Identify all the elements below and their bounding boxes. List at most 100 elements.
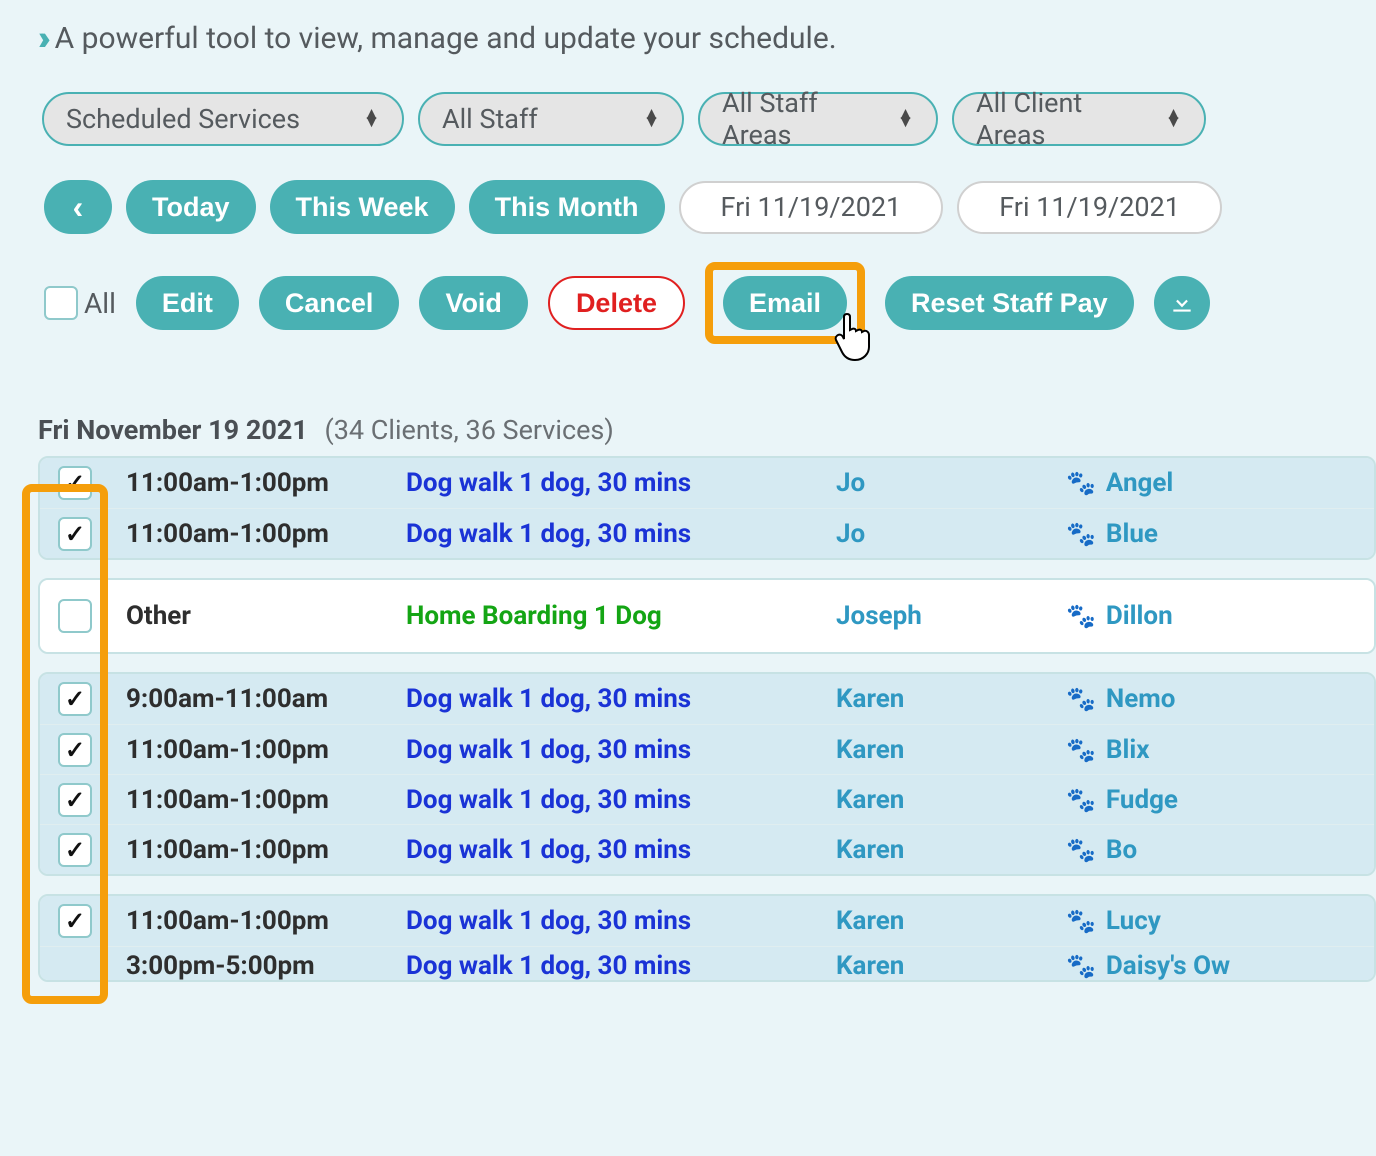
paw-icon: 🐾	[1066, 836, 1096, 864]
sort-icon: ▲▼	[1165, 111, 1182, 126]
schedule-row[interactable]: 3:00pm-5:00pmDog walk 1 dog, 30 minsKare…	[40, 946, 1374, 980]
row-staff[interactable]: Joseph	[836, 601, 1066, 631]
row-service[interactable]: Dog walk 1 dog, 30 mins	[406, 468, 836, 498]
row-service[interactable]: Dog walk 1 dog, 30 mins	[406, 835, 836, 865]
row-pet[interactable]: 🐾Blue	[1066, 519, 1376, 549]
select-all-checkbox[interactable]	[44, 286, 78, 320]
schedule-row[interactable]: ✓ 11:00am-1:00pmDog walk 1 dog, 30 minsKa…	[40, 824, 1374, 874]
row-pet[interactable]: 🐾 Dillon	[1066, 601, 1376, 631]
row-pet-name: Blix	[1106, 735, 1150, 765]
row-pet-name: Dillon	[1106, 601, 1173, 631]
schedule-row[interactable]: OtherHome Boarding 1 DogJoseph🐾Dillon	[40, 580, 1374, 652]
this-week-button[interactable]: This Week	[270, 180, 455, 234]
row-time: 11:00am-1:00pm	[126, 785, 406, 815]
filter-services-label: Scheduled Services	[66, 103, 300, 135]
filter-staff-areas-label: All Staff Areas	[722, 87, 877, 151]
row-service[interactable]: Home Boarding 1 Dog	[406, 601, 836, 631]
filter-services[interactable]: Scheduled Services ▲▼	[42, 92, 404, 146]
row-checkbox[interactable]: ✓	[58, 783, 92, 817]
row-pet-name: Daisy's Ow	[1106, 951, 1230, 980]
paw-icon: 🐾	[1066, 952, 1096, 980]
row-staff[interactable]: Jo	[836, 519, 1066, 549]
row-staff[interactable]: Karen	[836, 835, 1066, 865]
row-time: 11:00am-1:00pm	[126, 835, 406, 865]
day-date: Fri November 19 2021	[38, 414, 308, 446]
row-service[interactable]: Dog walk 1 dog, 30 mins	[406, 906, 836, 936]
void-button[interactable]: Void	[419, 276, 528, 330]
filter-staff[interactable]: All Staff ▲▼	[418, 92, 684, 146]
row-staff[interactable]: Jo	[836, 468, 1066, 498]
row-pet[interactable]: 🐾 Blix	[1066, 735, 1376, 765]
prev-button[interactable]: ‹	[44, 180, 112, 234]
reset-staff-pay-button[interactable]: Reset Staff Pay	[885, 276, 1134, 330]
row-pet[interactable]: 🐾 Daisy's Ow	[1066, 951, 1374, 980]
select-all-label: All	[84, 287, 116, 320]
row-pet[interactable]: 🐾 Fudge	[1066, 785, 1376, 815]
schedule-row[interactable]: ✓ 11:00am-1:00pmDog walk 1 dog, 30 minsJo…	[40, 508, 1374, 558]
delete-button[interactable]: Delete	[548, 276, 685, 330]
page-tagline: A powerful tool to view, manage and upda…	[55, 21, 837, 56]
row-staff[interactable]: Karen	[836, 684, 1066, 714]
paw-icon: 🐾	[1066, 786, 1096, 814]
row-checkbox[interactable]: ✓	[58, 904, 92, 938]
row-checkbox[interactable]: ✓	[58, 733, 92, 767]
sort-icon: ▲▼	[643, 111, 660, 126]
row-pet-name: Fudge	[1106, 785, 1178, 815]
row-staff[interactable]: Karen	[836, 951, 1066, 980]
today-button[interactable]: Today	[126, 180, 256, 234]
row-checkbox[interactable]: ✓	[58, 517, 92, 551]
row-checkbox[interactable]	[58, 599, 92, 633]
download-button[interactable]	[1154, 276, 1210, 330]
filter-client-areas-label: All Client Areas	[976, 87, 1145, 151]
edit-button[interactable]: Edit	[136, 276, 239, 330]
download-icon	[1169, 290, 1195, 316]
row-time: 11:00am-1:00pm	[126, 519, 406, 549]
row-pet-name: Nemo	[1106, 684, 1176, 714]
paw-icon: 🐾	[1066, 469, 1096, 497]
date-from-input[interactable]: Fri 11/19/2021	[679, 181, 944, 234]
filter-staff-areas[interactable]: All Staff Areas ▲▼	[698, 92, 938, 146]
schedule-row[interactable]: ✓ 11:00am-1:00pmDog walk 1 dog, 30 minsKa…	[40, 774, 1374, 824]
paw-icon: 🐾	[1066, 907, 1096, 935]
chevron-left-icon: ‹	[73, 189, 84, 226]
row-pet[interactable]: 🐾Nemo	[1066, 684, 1376, 714]
row-service[interactable]: Dog walk 1 dog, 30 mins	[406, 951, 836, 980]
sort-icon: ▲▼	[897, 111, 914, 126]
schedule-list: ✓11:00am-1:00pmDog walk 1 dog, 30 minsJo…	[38, 456, 1376, 982]
row-pet[interactable]: 🐾Bo	[1066, 835, 1376, 865]
schedule-row[interactable]: ✓ 11:00am-1:00pmDog walk 1 dog, 30 minsJo…	[40, 458, 1374, 508]
this-month-button[interactable]: This Month	[469, 180, 665, 234]
row-staff[interactable]: Karen	[836, 735, 1066, 765]
row-time: 11:00am-1:00pm	[126, 906, 406, 936]
schedule-row[interactable]: ✓ 9:00am-11:00amDog walk 1 dog, 30 minsKa…	[40, 674, 1374, 724]
row-time: 11:00am-1:00pm	[126, 735, 406, 765]
cancel-button[interactable]: Cancel	[259, 276, 400, 330]
row-time: 3:00pm-5:00pm	[126, 951, 406, 980]
row-time: 9:00am-11:00am	[126, 684, 406, 714]
row-service[interactable]: Dog walk 1 dog, 30 mins	[406, 684, 836, 714]
row-pet[interactable]: 🐾Angel	[1066, 468, 1376, 498]
row-service[interactable]: Dog walk 1 dog, 30 mins	[406, 785, 836, 815]
row-pet-name: Blue	[1106, 519, 1158, 549]
date-to-input[interactable]: Fri 11/19/2021	[957, 181, 1222, 234]
row-staff[interactable]: Karen	[836, 785, 1066, 815]
row-checkbox[interactable]: ✓	[58, 466, 92, 500]
row-service[interactable]: Dog walk 1 dog, 30 mins	[406, 519, 836, 549]
paw-icon: 🐾	[1066, 602, 1096, 630]
schedule-row[interactable]: ✓ 11:00am-1:00pmDog walk 1 dog, 30 minsKa…	[40, 896, 1374, 946]
chevron-double-right-icon: ››	[38, 18, 43, 58]
filter-staff-label: All Staff	[442, 103, 538, 135]
email-button[interactable]: Email	[723, 276, 847, 330]
row-checkbox[interactable]: ✓	[58, 682, 92, 716]
row-service[interactable]: Dog walk 1 dog, 30 mins	[406, 735, 836, 765]
row-time: 11:00am-1:00pm	[126, 468, 406, 498]
row-staff[interactable]: Karen	[836, 906, 1066, 936]
cursor-pointer-icon	[832, 310, 876, 375]
row-pet[interactable]: 🐾Lucy	[1066, 906, 1376, 936]
filter-client-areas[interactable]: All Client Areas ▲▼	[952, 92, 1206, 146]
schedule-row[interactable]: ✓ 11:00am-1:00pmDog walk 1 dog, 30 minsKa…	[40, 724, 1374, 774]
day-meta: (34 Clients, 36 Services)	[325, 414, 614, 446]
paw-icon: 🐾	[1066, 736, 1096, 764]
row-checkbox[interactable]: ✓	[58, 833, 92, 867]
day-header: Fri November 19 2021 (34 Clients, 36 Ser…	[38, 414, 1376, 446]
